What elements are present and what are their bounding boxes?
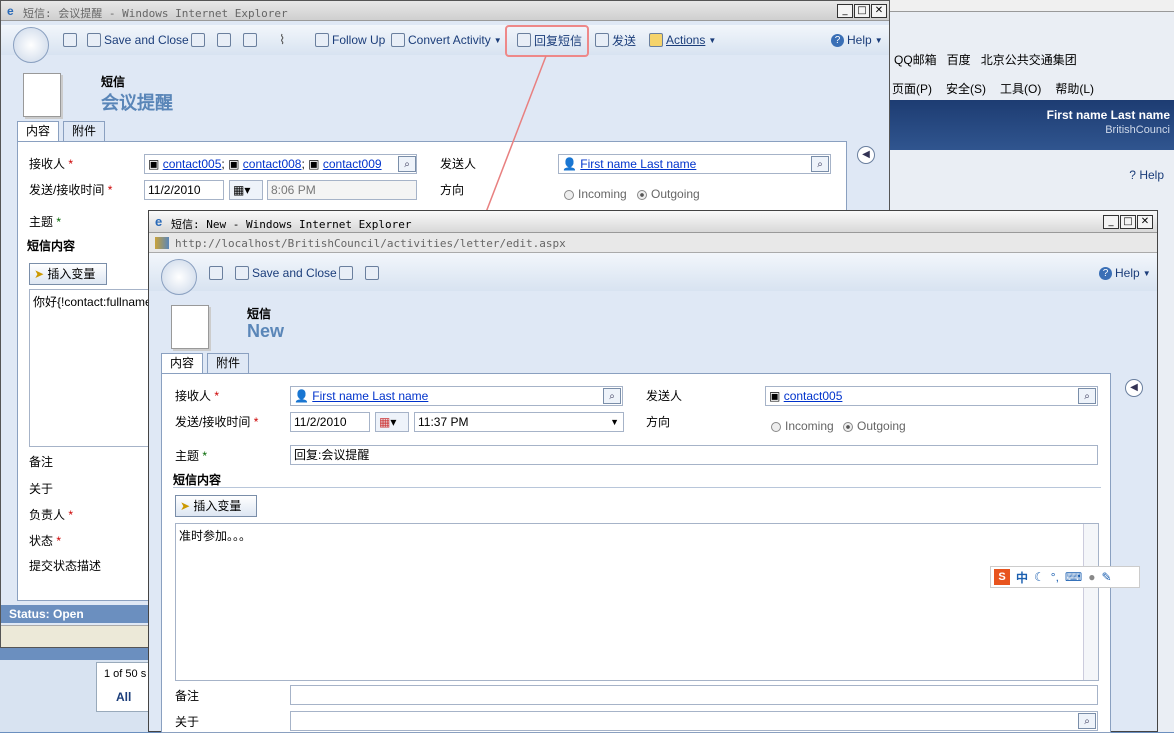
outgoing-radio[interactable]: Outgoing	[843, 419, 906, 433]
maximize-button[interactable]: □	[1120, 215, 1136, 229]
save-close-icon	[235, 266, 249, 280]
to-label: 接收人 *	[175, 389, 220, 403]
user-icon[interactable]: ●	[1088, 570, 1095, 584]
subject-label: 主题 *	[175, 449, 208, 463]
front-window-titlebar: e 短信: New - Windows Internet Explorer _ …	[149, 211, 1157, 233]
body-scrollbar[interactable]	[1083, 524, 1098, 680]
close-button[interactable]: ✕	[1137, 215, 1153, 229]
wrench-icon[interactable]: ✎	[1102, 570, 1112, 584]
from-field[interactable]: ▣ contact005	[765, 386, 1098, 406]
address-bar: http://localhost/BritishCouncil/activiti…	[149, 233, 1157, 253]
save-close-button[interactable]: Save and Close	[235, 261, 337, 285]
tab-attachments[interactable]: 附件	[207, 353, 250, 373]
chevron-down-icon: ▼	[1142, 268, 1151, 278]
body-textarea[interactable]: 准时参加。。。	[175, 523, 1099, 681]
contact-icon: ▣	[769, 389, 781, 403]
copy-icon	[365, 266, 379, 280]
time-field[interactable]: 11:37 PM ▼	[414, 412, 624, 432]
regarding-field[interactable]	[290, 711, 1098, 731]
crm-logo	[161, 259, 197, 295]
save-new-button[interactable]	[339, 261, 353, 285]
calendar-button[interactable]: ▦▾	[375, 412, 409, 432]
from-lookup-button[interactable]: ⌕	[1078, 388, 1096, 404]
regarding-label: 关于	[175, 715, 200, 729]
notes-label: 备注	[175, 689, 200, 703]
lookup-icon: ⌕	[1084, 390, 1090, 402]
lookup-icon: ⌕	[1084, 715, 1090, 727]
minimize-button[interactable]: _	[1103, 215, 1119, 229]
help-icon: ?	[1099, 266, 1112, 280]
regarding-lookup-button[interactable]: ⌕	[1078, 713, 1096, 729]
ime-toolbar: S 中 ☾ °, ⌨ ● ✎	[990, 566, 1140, 588]
notes-field[interactable]	[290, 685, 1098, 705]
copy-button[interactable]	[365, 261, 379, 285]
user-icon: 👤	[294, 389, 309, 403]
url-text[interactable]: http://localhost/BritishCouncil/activiti…	[175, 237, 566, 250]
direction-label: 方向	[646, 415, 671, 429]
divider	[173, 487, 1101, 488]
lookup-icon: ⌕	[609, 390, 615, 402]
body-heading: 短信内容	[173, 473, 222, 487]
tab-content[interactable]: 内容	[161, 353, 204, 373]
front-window-title: 短信: New - Windows Internet Explorer	[171, 218, 412, 231]
insert-variable-button[interactable]: ➤ 插入变量	[175, 495, 257, 517]
calendar-icon: ▦	[379, 415, 391, 429]
ie-icon: e	[155, 214, 163, 229]
front-toolbar: Save and Close ? Help ▼	[149, 253, 1157, 295]
punctuation-icon[interactable]: °,	[1051, 570, 1059, 584]
insert-icon: ➤	[180, 499, 191, 513]
save-icon	[209, 266, 223, 280]
from-label: 发送人	[646, 389, 683, 403]
front-window: e 短信: New - Windows Internet Explorer _ …	[148, 210, 1158, 733]
save-new-icon	[339, 266, 353, 280]
sogou-icon[interactable]: S	[994, 569, 1010, 585]
to-field[interactable]: 👤 First name Last name	[290, 386, 623, 406]
radio-icon	[843, 421, 853, 432]
radio-icon	[771, 421, 781, 432]
keyboard-icon[interactable]: ⌨	[1065, 570, 1082, 584]
collapse-icon[interactable]: ◀	[1125, 379, 1143, 397]
datetime-label: 发送/接收时间 *	[175, 415, 259, 429]
entity-type: 短信	[247, 307, 272, 321]
date-field[interactable]: 11/2/2010	[290, 412, 370, 432]
help-button[interactable]: ? Help ▼	[1099, 261, 1151, 285]
save-button[interactable]	[209, 261, 223, 285]
subject-field[interactable]: 回复:会议提醒	[290, 445, 1098, 465]
chevron-down-icon: ▼	[610, 417, 619, 427]
to-lookup-button[interactable]: ⌕	[603, 388, 621, 404]
incoming-radio[interactable]: Incoming	[771, 419, 834, 433]
sms-icon	[171, 305, 209, 349]
crm-favicon	[155, 237, 169, 249]
moon-icon[interactable]: ☾	[1034, 570, 1045, 584]
record-title: New	[247, 321, 285, 341]
ime-mode[interactable]: 中	[1016, 569, 1028, 586]
